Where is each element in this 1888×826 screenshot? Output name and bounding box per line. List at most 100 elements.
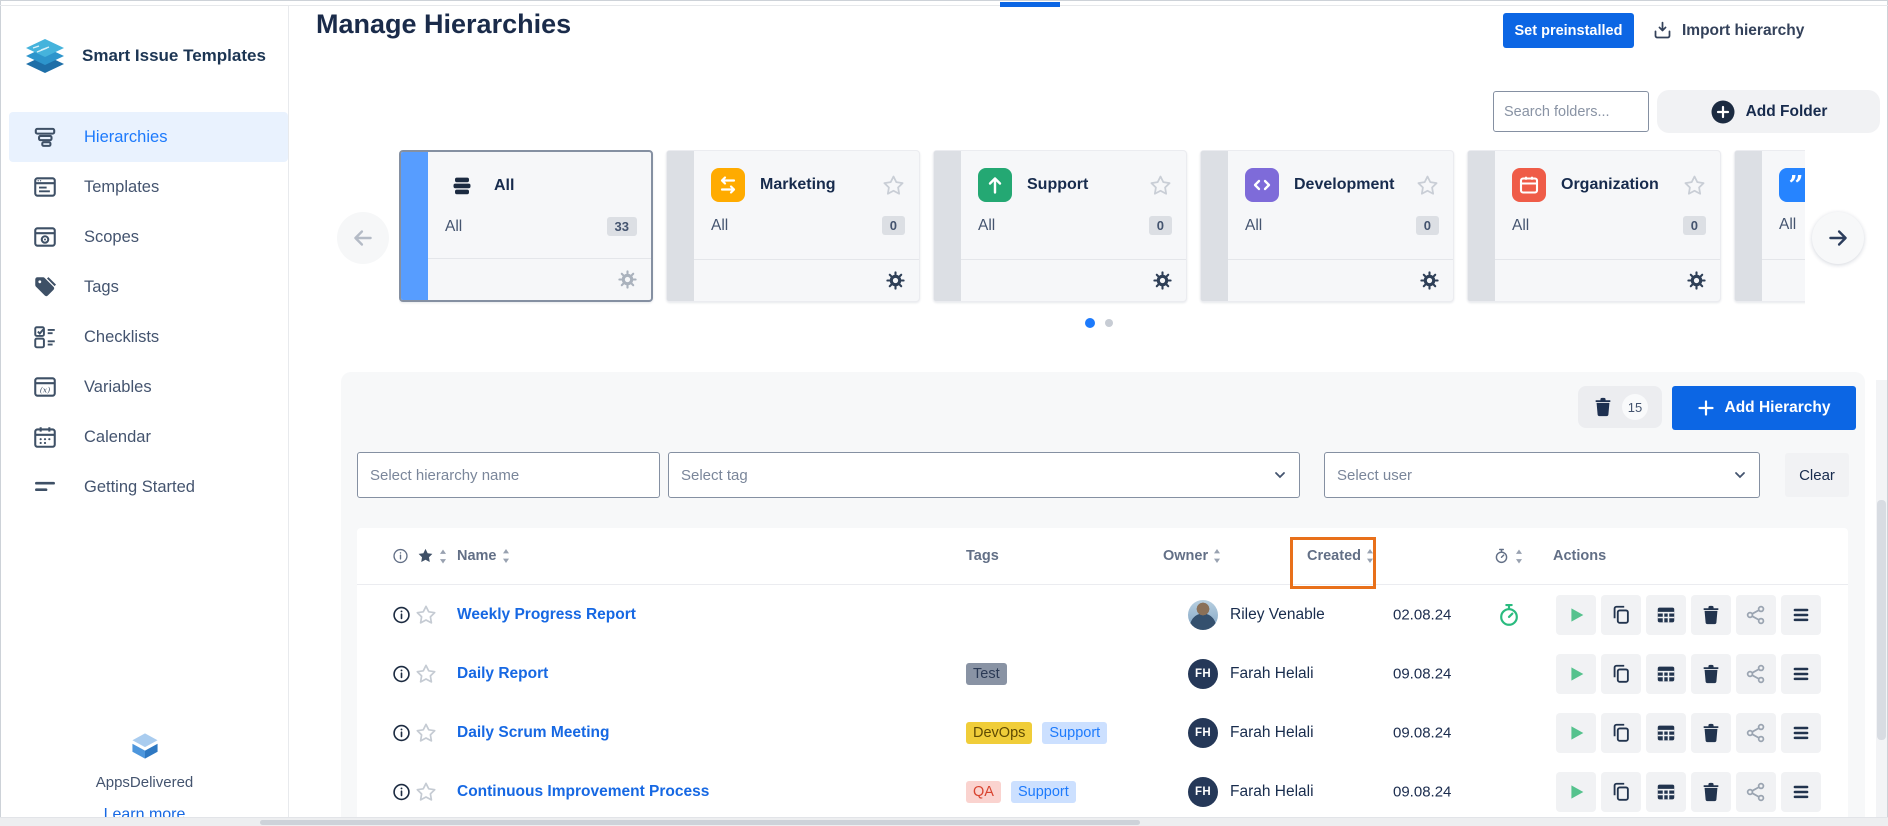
gear-icon[interactable] — [617, 269, 638, 290]
info-icon[interactable] — [392, 664, 411, 683]
row-actions — [1556, 654, 1821, 694]
star-icon[interactable] — [1683, 174, 1706, 197]
trash-bin-button[interactable]: 15 — [1578, 386, 1662, 428]
arrow-up-icon — [978, 168, 1012, 202]
sidebar-nav: Hierarchies Templates Scopes Tags Checkl… — [1, 112, 288, 512]
star-icon[interactable] — [415, 722, 437, 744]
star-icon[interactable] — [1416, 174, 1439, 197]
hierarchy-name-link[interactable]: Continuous Improvement Process — [457, 783, 709, 801]
trash-button[interactable] — [1691, 595, 1731, 635]
menu-button[interactable] — [1781, 713, 1821, 753]
page-title: Manage Hierarchies — [316, 9, 571, 40]
table-button[interactable] — [1646, 595, 1686, 635]
folder-card-all[interactable]: All All 33 — [399, 150, 653, 302]
play-button[interactable] — [1556, 713, 1596, 753]
star-icon[interactable] — [1149, 174, 1172, 197]
avatar: FH — [1188, 659, 1218, 689]
menu-button[interactable] — [1781, 595, 1821, 635]
table-button[interactable] — [1646, 713, 1686, 753]
created-column-header[interactable]: Created — [1307, 548, 1375, 564]
folder-card-stripe — [401, 152, 428, 300]
import-hierarchy-button[interactable]: Import hierarchy — [1652, 13, 1804, 48]
copy-button[interactable] — [1601, 772, 1641, 812]
add-folder-button[interactable]: Add Folder — [1657, 90, 1880, 133]
clear-filters-button[interactable]: Clear — [1785, 453, 1849, 497]
set-preinstalled-button[interactable]: Set preinstalled — [1503, 13, 1634, 48]
vertical-scrollbar-thumb[interactable] — [1877, 500, 1886, 740]
trash-button[interactable] — [1691, 654, 1731, 694]
horizontal-scrollbar-thumb[interactable] — [260, 820, 1140, 825]
name-column-header[interactable]: Name — [457, 548, 511, 564]
carousel-dot-2[interactable] — [1105, 319, 1113, 327]
info-icon[interactable] — [392, 723, 411, 742]
tag-badge: Support — [1042, 722, 1107, 744]
gear-icon[interactable] — [885, 270, 906, 291]
folder-subtitle: All — [1245, 217, 1262, 235]
calendar-icon — [32, 424, 58, 450]
sidebar-item-hierarchies[interactable]: Hierarchies — [9, 112, 288, 162]
owner-column-header[interactable]: Owner — [1163, 548, 1222, 564]
tag-badge: Test — [966, 663, 1007, 685]
user-filter-select[interactable]: Select user — [1324, 452, 1760, 498]
copy-button[interactable] — [1601, 654, 1641, 694]
carousel-next-button[interactable] — [1812, 212, 1864, 264]
hierarchy-name-link[interactable]: Daily Report — [457, 665, 548, 683]
share-button[interactable] — [1736, 713, 1776, 753]
folder-subtitle: All — [978, 217, 995, 235]
sidebar-item-calendar[interactable]: Calendar — [1, 412, 288, 462]
timer-column-header[interactable] — [1493, 548, 1524, 565]
star-icon[interactable] — [415, 604, 437, 626]
search-folders-input[interactable] — [1493, 91, 1649, 132]
hierarchies-table: Name Tags Owner Created Actions Weekly P… — [357, 528, 1848, 818]
info-icon[interactable] — [392, 782, 411, 801]
table-button[interactable] — [1646, 654, 1686, 694]
folder-card-support[interactable]: Support All 0 — [933, 150, 1187, 302]
table-button[interactable] — [1646, 772, 1686, 812]
sidebar-item-variables[interactable]: (x) Variables — [1, 362, 288, 412]
folder-card-organization[interactable]: Organization All 0 — [1467, 150, 1721, 302]
templates-icon — [32, 174, 58, 200]
share-button[interactable] — [1736, 654, 1776, 694]
tag-filter-select[interactable]: Select tag — [668, 452, 1300, 498]
sidebar-item-tags[interactable]: Tags — [1, 262, 288, 312]
play-button[interactable] — [1556, 654, 1596, 694]
app-logo-icon — [21, 32, 69, 80]
star-icon[interactable] — [415, 781, 437, 803]
add-hierarchy-button[interactable]: Add Hierarchy — [1672, 386, 1856, 430]
trash-button[interactable] — [1691, 713, 1731, 753]
horizontal-scrollbar[interactable] — [0, 817, 1888, 826]
hierarchy-name-link[interactable]: Daily Scrum Meeting — [457, 724, 609, 742]
hierarchy-name-link[interactable]: Weekly Progress Report — [457, 606, 636, 624]
sort-icon — [1515, 549, 1524, 563]
favorite-column-header[interactable] — [417, 548, 448, 565]
learn-more-link[interactable]: Learn more — [1, 806, 288, 817]
play-button[interactable] — [1556, 772, 1596, 812]
vertical-scrollbar[interactable] — [1876, 380, 1887, 817]
gear-icon[interactable] — [1686, 270, 1707, 291]
share-button[interactable] — [1736, 595, 1776, 635]
sidebar-item-scopes[interactable]: Scopes — [1, 212, 288, 262]
share-button[interactable] — [1736, 772, 1776, 812]
sidebar-item-templates[interactable]: Templates — [1, 162, 288, 212]
sidebar-item-checklists[interactable]: Checklists — [1, 312, 288, 362]
folder-card-marketing[interactable]: Marketing All 0 — [666, 150, 920, 302]
folder-card-development[interactable]: Development All 0 — [1200, 150, 1454, 302]
sidebar-item-getting-started[interactable]: Getting Started — [1, 462, 288, 512]
folder-subtitle: All — [711, 217, 728, 235]
folder-card[interactable]: ” All — [1734, 150, 1805, 302]
gear-icon[interactable] — [1419, 270, 1440, 291]
menu-button[interactable] — [1781, 654, 1821, 694]
carousel-dot-1[interactable] — [1085, 318, 1095, 328]
info-icon[interactable] — [392, 605, 411, 624]
hierarchy-name-filter-input[interactable] — [357, 452, 660, 498]
menu-button[interactable] — [1781, 772, 1821, 812]
star-icon[interactable] — [882, 174, 905, 197]
copy-button[interactable] — [1601, 713, 1641, 753]
carousel-prev-button[interactable] — [337, 212, 389, 264]
play-button[interactable] — [1556, 595, 1596, 635]
gear-icon[interactable] — [1152, 270, 1173, 291]
copy-button[interactable] — [1601, 595, 1641, 635]
folder-name: All — [494, 177, 514, 195]
trash-button[interactable] — [1691, 772, 1731, 812]
star-icon[interactable] — [415, 663, 437, 685]
